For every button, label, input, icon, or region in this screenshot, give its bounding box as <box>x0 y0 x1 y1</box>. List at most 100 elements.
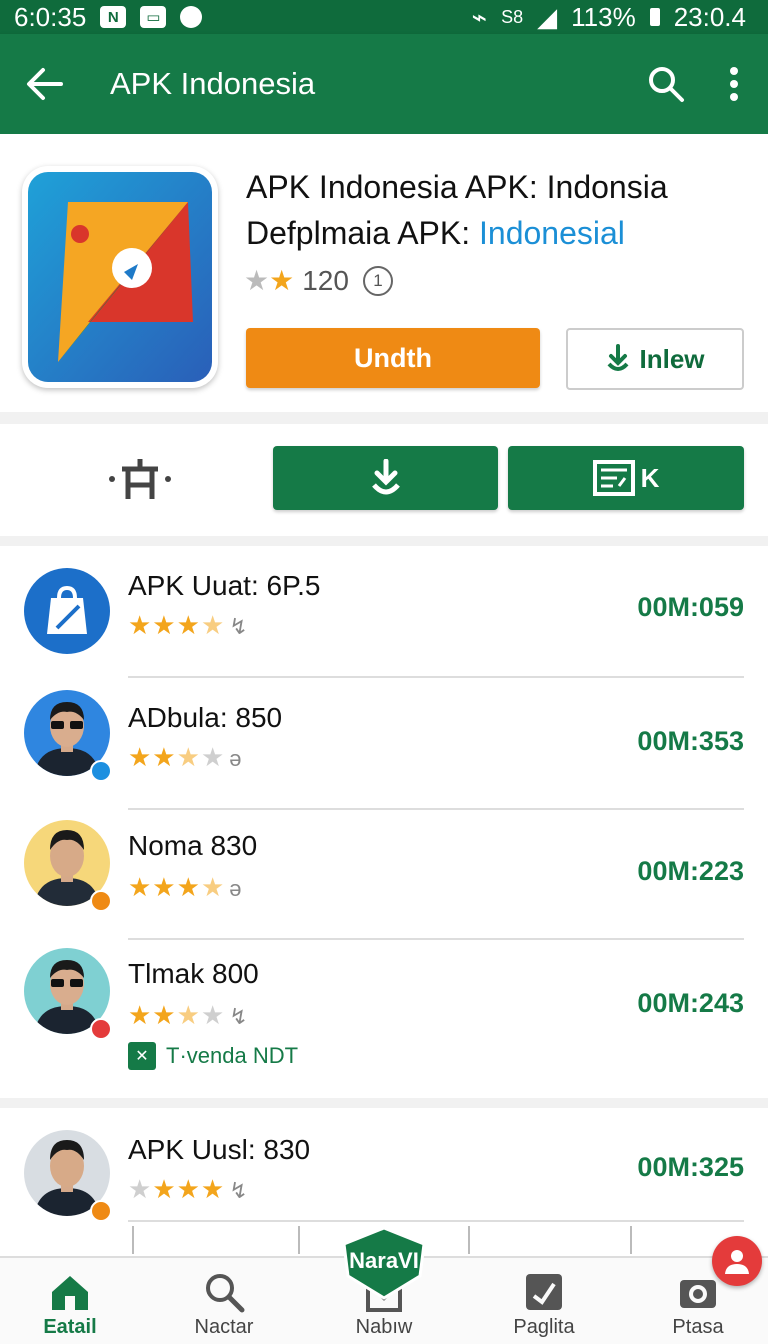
nav-item-plugins[interactable]: Paglita <box>474 1258 614 1344</box>
app-bar: APK Indonesia <box>0 34 768 134</box>
tag-x-icon: ✕ <box>128 1042 156 1070</box>
star-icon: ★ <box>244 265 270 296</box>
action-strip: K <box>0 424 768 536</box>
view-button[interactable]: Inlew <box>566 328 744 390</box>
nav-item-label: Paglita <box>513 1316 575 1338</box>
list-item-name: APK Uusl: 830 <box>128 1134 311 1165</box>
shopping-bag-icon <box>47 585 87 634</box>
overflow-menu-button[interactable] <box>700 34 768 134</box>
app-title-line1: APK Indonesia APK: Indonsia <box>246 169 668 205</box>
network-icon <box>109 459 171 499</box>
document-chart-icon <box>592 460 635 496</box>
arrow-left-icon <box>27 68 63 100</box>
home-icon <box>52 1276 88 1310</box>
battery-text: 113% <box>571 1 636 32</box>
puzzle-icon <box>526 1274 562 1310</box>
status-left: 6:0:35 N ▭ <box>14 1 203 33</box>
back-button[interactable] <box>0 34 90 134</box>
nav-item-home[interactable]: Eatail <box>0 1258 140 1344</box>
divider <box>128 938 744 940</box>
status-badge-icon <box>90 890 112 912</box>
list-item-name: Noma 830 <box>128 830 258 861</box>
video-badge-icon <box>90 1018 112 1040</box>
rating-count: 120 <box>302 264 349 296</box>
nav-item-label: Eatail <box>43 1316 97 1338</box>
list-item-meta: 00M:243 <box>637 988 744 1018</box>
search-button[interactable] <box>632 34 700 134</box>
signal-text: S8 <box>501 6 524 27</box>
status-clock: 23:0.4 <box>673 1 746 32</box>
list-item-name: APK Uuat: 6P.5 <box>128 570 321 601</box>
app-title: APK Indonesia APK: Indonsia Defplmaia AP… <box>246 164 746 256</box>
notification-compass-icon <box>180 6 203 28</box>
list-item-meta: 00M:059 <box>637 592 744 622</box>
download-icon <box>371 459 400 495</box>
download-icon <box>607 344 629 371</box>
install-button[interactable]: Undth <box>246 328 540 388</box>
user-icon <box>725 1250 749 1274</box>
star-icon: ★ <box>269 265 295 296</box>
nav-item-label: Nactar <box>194 1316 254 1338</box>
divider <box>128 808 744 810</box>
battery-icon <box>649 8 660 26</box>
status-bar: 6:0:35 N ▭ ⌁ S8 ◢ 113% 23:0.4 <box>0 0 768 34</box>
nav-separator <box>132 1226 134 1254</box>
list-item[interactable]: ADbula: 850 ★★★★ ə 00M:353 <box>0 690 768 806</box>
list-item-tag[interactable]: ✕ T·venda NDT <box>128 1042 298 1070</box>
info-icon[interactable]: 1 <box>362 265 393 296</box>
list-item[interactable]: APK Uuat: 6P.5 ★★★★ ↯ 00M:059 <box>0 564 768 676</box>
app-icon <box>22 166 218 388</box>
star-rating: ★★★★ ↯ <box>128 1174 249 1204</box>
more-vertical-icon <box>730 67 738 101</box>
app-title-line2-accent: Indonesial <box>479 215 625 251</box>
app-title-line2: Defplmaia APK: Indonesial <box>246 210 746 256</box>
list-item-tag-label: T·venda NDT <box>166 1043 299 1068</box>
status-badge-icon <box>90 1200 112 1222</box>
list-item[interactable]: Noma 830 ★★★★ ə 00M:223 <box>0 820 768 936</box>
divider <box>128 676 744 678</box>
list-item[interactable]: Tlmak 800 ★★★★ ↯ 00M:243 ✕ T·venda NDT <box>0 948 768 1094</box>
notification-n-icon: N <box>100 6 127 28</box>
app-logo-icon <box>28 172 212 382</box>
camera-icon <box>680 1280 716 1308</box>
signal-icon: ◢ <box>537 1 558 32</box>
list-item-name: Tlmak 800 <box>128 958 259 989</box>
nav-separator <box>468 1226 470 1254</box>
app-title-line2-prefix: Defplmaia APK: <box>246 215 479 251</box>
app-bar-title: APK Indonesia <box>110 66 316 101</box>
nav-item-label: Nabıw <box>355 1316 413 1338</box>
nav-item-search[interactable]: Nactar <box>154 1258 294 1344</box>
wifi-icon: ⌁ <box>471 1 488 32</box>
center-shield-badge[interactable]: NaraVI <box>340 1226 428 1300</box>
status-right: ⌁ S8 ◢ 113% 23:0.4 <box>471 2 746 33</box>
app-list: APK Uuat: 6P.5 ★★★★ ↯ 00M:059 ADbula: 850… <box>0 546 768 1098</box>
list-item-meta: 00M:325 <box>637 1152 744 1182</box>
nav-item-label: Ptasa <box>672 1316 724 1338</box>
app-rating: ★ ★ 120 1 <box>244 264 393 297</box>
verified-badge-icon <box>90 760 112 782</box>
list-item-meta: 00M:353 <box>637 726 744 756</box>
status-time: 6:0:35 <box>14 1 87 32</box>
nav-separator <box>630 1226 632 1254</box>
share-network-button[interactable] <box>100 450 180 510</box>
center-badge-label: NaraVI <box>349 1248 419 1273</box>
star-rating: ★★★★ ↯ <box>128 1000 249 1030</box>
download-action-button[interactable] <box>273 446 498 510</box>
list-item[interactable]: APK Uusl: 830 ★★★★ ↯ 00M:325 <box>0 1128 768 1228</box>
star-rating: ★★★★ ə <box>128 872 243 902</box>
details-action-button[interactable]: K <box>508 446 744 510</box>
search-icon <box>649 67 684 102</box>
notification-message-icon: ▭ <box>140 6 167 28</box>
profile-notification-button[interactable] <box>712 1236 762 1286</box>
view-button-label: Inlew <box>639 343 705 374</box>
star-rating: ★★★★ ↯ <box>128 610 249 640</box>
avatar <box>24 568 110 654</box>
list-item-name: ADbula: 850 <box>128 702 283 733</box>
list-item-meta: 00M:223 <box>637 856 744 886</box>
divider <box>128 1220 744 1222</box>
details-action-label: K <box>640 462 660 493</box>
search-icon <box>206 1274 245 1313</box>
star-rating: ★★★★ ə <box>128 742 243 772</box>
app-header-card: APK Indonesia APK: Indonsia Defplmaia AP… <box>0 134 768 412</box>
nav-separator <box>298 1226 300 1254</box>
